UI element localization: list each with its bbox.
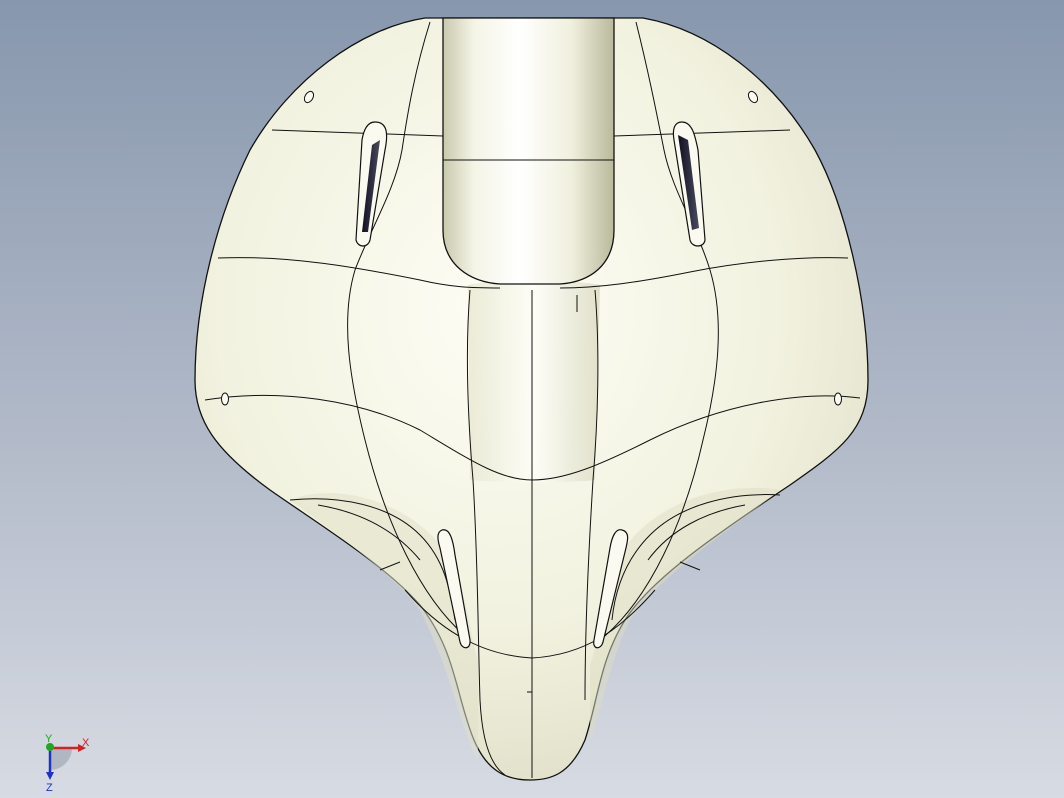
hole-mid-right[interactable] (834, 392, 842, 406)
triad-shadow (50, 748, 72, 770)
neck-surface (468, 279, 600, 483)
triad-y-label: Y (45, 733, 53, 745)
cad-viewport[interactable]: X Y Z (0, 0, 1064, 798)
triad-z-arrow (46, 772, 54, 780)
boss-tube[interactable] (442, 17, 615, 285)
triad-x-label: X (82, 737, 90, 749)
hole-mid-left[interactable] (221, 392, 229, 406)
triad-z-label: Z (46, 782, 53, 794)
coordinate-triad: X Y Z (45, 733, 90, 794)
